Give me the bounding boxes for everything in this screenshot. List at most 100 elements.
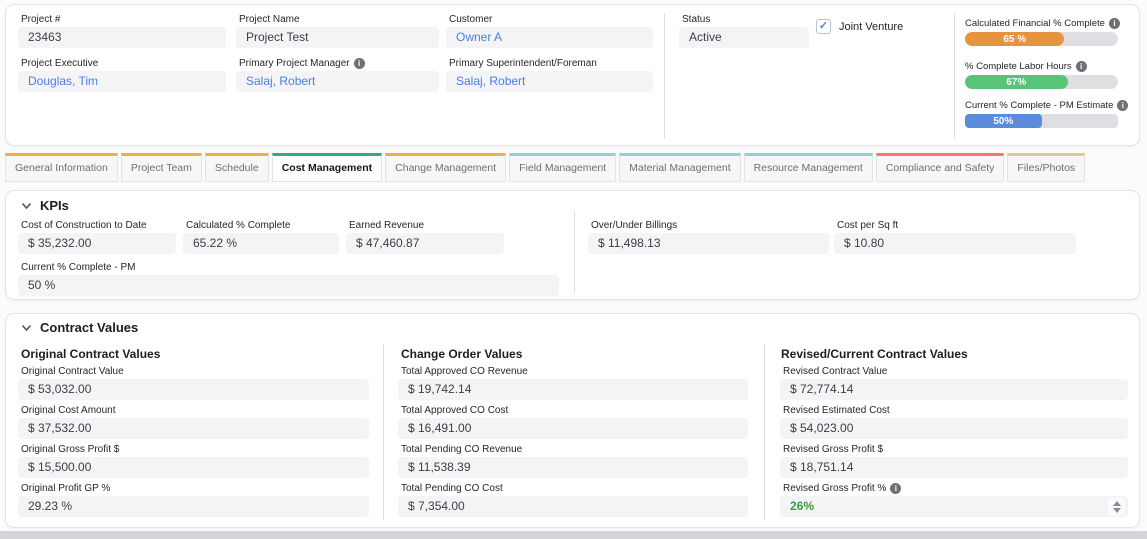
revised-contract-value-input[interactable]: $ 72,774.14: [780, 379, 1128, 400]
stepper-up-icon[interactable]: [1113, 501, 1121, 506]
progress-track: 65 %: [965, 32, 1118, 46]
tab-field-management[interactable]: Field Management: [509, 153, 616, 182]
revised-estimated-cost-field: Revised Estimated Cost $ 54,023.00: [780, 405, 1128, 439]
over-under-billings-field: Over/Under Billings $ 11,498.13: [588, 220, 829, 254]
cost-of-construction-input[interactable]: $ 35,232.00: [18, 233, 176, 254]
joint-venture-checkbox-group: ✓ Joint Venture: [816, 19, 903, 34]
tab-material-management[interactable]: Material Management: [619, 153, 741, 182]
horizontal-scrollbar[interactable]: [0, 531, 1147, 539]
number-stepper[interactable]: [1108, 498, 1125, 515]
original-gross-profit-field: Original Gross Profit $ $ 15,500.00: [18, 444, 369, 478]
info-icon[interactable]: i: [1117, 100, 1128, 111]
total-pending-co-revenue-input[interactable]: $ 11,538.39: [398, 457, 748, 478]
project-name-field: Project Name Project Test: [236, 14, 439, 48]
earned-revenue-input[interactable]: $ 47,460.87: [346, 233, 504, 254]
tab-cost-management[interactable]: Cost Management: [272, 153, 382, 182]
revised-estimated-cost-label: Revised Estimated Cost: [783, 405, 1128, 416]
primary-project-manager-link[interactable]: Salaj, Robert: [236, 71, 439, 92]
calculated-pct-complete-field: Calculated % Complete 65.22 %: [183, 220, 339, 254]
cost-per-sqft-input[interactable]: $ 10.80: [834, 233, 1076, 254]
project-number-field: Project # 23463: [18, 14, 226, 48]
header-divider-2: [954, 13, 955, 139]
total-approved-co-revenue-input[interactable]: $ 19,742.14: [398, 379, 748, 400]
tab-bar: General Information Project Team Schedul…: [5, 153, 1085, 182]
total-approved-co-cost-input[interactable]: $ 16,491.00: [398, 418, 748, 439]
calculated-pct-complete-label: Calculated % Complete: [186, 220, 339, 231]
contract-divider-1: [383, 344, 384, 520]
project-header-card: Project # 23463 Project Executive Dougla…: [5, 4, 1140, 146]
total-pending-co-revenue-field: Total Pending CO Revenue $ 11,538.39: [398, 444, 748, 478]
total-pending-co-cost-input[interactable]: $ 7,354.00: [398, 496, 748, 517]
current-pct-complete-pm-field: Current % Complete - PM 50 %: [18, 262, 559, 296]
revised-gross-profit-pct-field: Revised Gross Profit % i 26%: [780, 483, 1128, 517]
tab-general-information[interactable]: General Information: [5, 153, 118, 182]
chevron-down-icon[interactable]: [21, 324, 32, 332]
tab-project-team[interactable]: Project Team: [121, 153, 202, 182]
info-icon[interactable]: i: [1076, 61, 1087, 72]
original-profit-gp-pct-label: Original Profit GP %: [21, 483, 369, 494]
total-approved-co-cost-label: Total Approved CO Cost: [401, 405, 748, 416]
project-number-input[interactable]: 23463: [18, 27, 226, 48]
tab-change-management[interactable]: Change Management: [385, 153, 506, 182]
original-gross-profit-input[interactable]: $ 15,500.00: [18, 457, 369, 478]
revised-gross-profit-label: Revised Gross Profit $: [783, 444, 1128, 455]
tab-resource-management[interactable]: Resource Management: [744, 153, 873, 182]
project-name-input[interactable]: Project Test: [236, 27, 439, 48]
over-under-billings-input[interactable]: $ 11,498.13: [588, 233, 829, 254]
primary-superintendent-field: Primary Superintendent/Foreman Salaj, Ro…: [446, 58, 653, 92]
project-number-label: Project #: [21, 14, 226, 25]
revised-gross-profit-input[interactable]: $ 18,751.14: [780, 457, 1128, 478]
original-cost-amount-input[interactable]: $ 37,532.00: [18, 418, 369, 439]
stepper-down-icon[interactable]: [1113, 508, 1121, 513]
original-contract-values-title: Original Contract Values: [21, 347, 160, 361]
status-label: Status: [682, 14, 809, 25]
customer-field: Customer Owner A: [446, 14, 653, 48]
revised-contract-values-title: Revised/Current Contract Values: [781, 347, 968, 361]
cost-per-sqft-field: Cost per Sq ft $ 10.80: [834, 220, 1076, 254]
project-executive-link[interactable]: Douglas, Tim: [18, 71, 226, 92]
total-approved-co-revenue-field: Total Approved CO Revenue $ 19,742.14: [398, 366, 748, 400]
tab-schedule[interactable]: Schedule: [205, 153, 269, 182]
total-pending-co-revenue-label: Total Pending CO Revenue: [401, 444, 748, 455]
original-profit-gp-pct-input[interactable]: 29.23 %: [18, 496, 369, 517]
original-contract-value-field: Original Contract Value $ 53,032.00: [18, 366, 369, 400]
customer-link[interactable]: Owner A: [446, 27, 653, 48]
status-input[interactable]: Active: [679, 27, 809, 48]
revised-gross-profit-pct-input[interactable]: 26%: [780, 496, 1128, 517]
progress-track: 67%: [965, 75, 1118, 89]
current-pct-complete-pm-input[interactable]: 50 %: [18, 275, 559, 296]
calculated-pct-complete-input[interactable]: 65.22 %: [183, 233, 339, 254]
primary-superintendent-link[interactable]: Salaj, Robert: [446, 71, 653, 92]
revised-contract-value-label: Revised Contract Value: [783, 366, 1128, 377]
customer-label: Customer: [449, 14, 653, 25]
kpi-divider: [574, 211, 575, 293]
total-pending-co-cost-field: Total Pending CO Cost $ 7,354.00: [398, 483, 748, 517]
revised-estimated-cost-input[interactable]: $ 54,023.00: [780, 418, 1128, 439]
tab-compliance-and-safety[interactable]: Compliance and Safety: [876, 153, 1005, 182]
original-cost-amount-label: Original Cost Amount: [21, 405, 369, 416]
info-icon[interactable]: i: [890, 483, 901, 494]
original-cost-amount-field: Original Cost Amount $ 37,532.00: [18, 405, 369, 439]
current-pct-complete-pm-label: Current % Complete - PM: [21, 262, 559, 273]
primary-project-manager-field: Primary Project Manager i Salaj, Robert: [236, 58, 439, 92]
original-contract-value-input[interactable]: $ 53,032.00: [18, 379, 369, 400]
tab-files-photos[interactable]: Files/Photos: [1007, 153, 1085, 182]
revised-gross-profit-pct-label: Revised Gross Profit %: [783, 483, 886, 494]
info-icon[interactable]: i: [1109, 18, 1120, 29]
chevron-down-icon[interactable]: [21, 202, 32, 210]
calculated-financial-pct-label: Calculated Financial % Complete: [965, 19, 1105, 29]
progress-track: 50%: [965, 114, 1118, 128]
earned-revenue-field: Earned Revenue $ 47,460.87: [346, 220, 504, 254]
info-icon[interactable]: i: [354, 58, 365, 69]
status-field: Status Active: [679, 14, 809, 48]
project-executive-field: Project Executive Douglas, Tim: [18, 58, 226, 92]
contract-values-section-title: Contract Values: [40, 320, 138, 335]
original-contract-value-label: Original Contract Value: [21, 366, 369, 377]
current-pct-pm-estimate-label: Current % Complete - PM Estimate: [965, 101, 1113, 111]
project-name-label: Project Name: [239, 14, 439, 25]
total-approved-co-cost-field: Total Approved CO Cost $ 16,491.00: [398, 405, 748, 439]
progress-fill: 50%: [965, 114, 1042, 128]
calculated-financial-pct-progress: Calculated Financial % Complete i 65 %: [965, 18, 1118, 46]
current-pct-pm-estimate-progress: Current % Complete - PM Estimate i 50%: [965, 100, 1118, 128]
joint-venture-checkbox[interactable]: ✓: [816, 19, 831, 34]
